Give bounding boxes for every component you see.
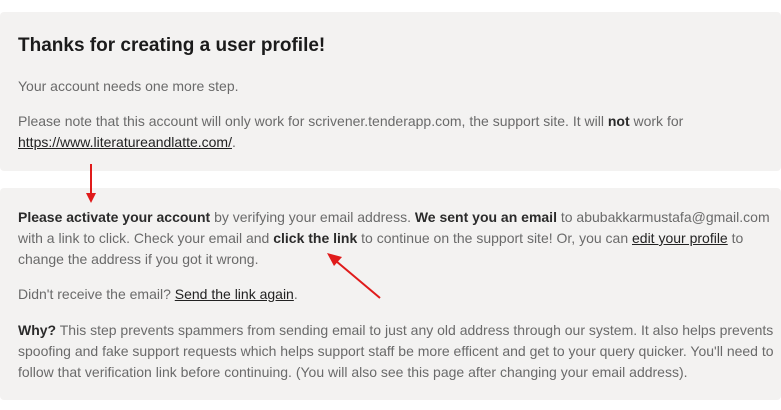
activation-card: Please activate your account by verifyin…	[0, 188, 781, 400]
activation-line-3: change the address if you got it wrong.	[18, 251, 259, 267]
edit-profile-link[interactable]: edit your profile	[632, 230, 728, 246]
one-more-step-text: Your account needs one more step.	[18, 78, 239, 94]
why-line-1: Why? This step prevents spammers from se…	[18, 322, 774, 338]
resend-text: Didn't receive the email? Send the link …	[18, 286, 298, 302]
why-line-2: spoofing and fake support requests which…	[18, 343, 774, 359]
why-line-3: follow that verification link before con…	[18, 364, 688, 380]
activation-line-2: with a link to click. Check your email a…	[18, 230, 744, 246]
literatureandlatte-link[interactable]: https://www.literatureandlatte.com/	[18, 134, 232, 150]
activation-line-1: Please activate your account by verifyin…	[18, 209, 770, 225]
profile-created-card: Thanks for creating a user profile! Your…	[0, 12, 781, 171]
account-note-text-cont: https://www.literatureandlatte.com/.	[18, 134, 236, 150]
send-link-again-link[interactable]: Send the link again	[175, 286, 294, 302]
page-title: Thanks for creating a user profile!	[18, 35, 326, 56]
account-note-text: Please note that this account will only …	[18, 113, 684, 129]
